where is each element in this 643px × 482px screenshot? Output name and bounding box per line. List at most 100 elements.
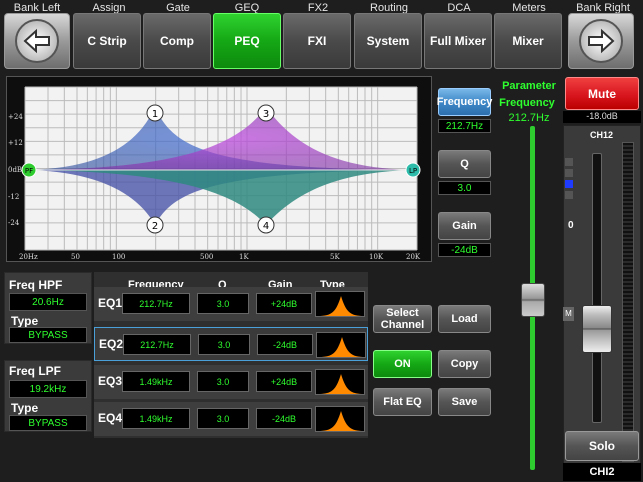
eq-row-3[interactable]: EQ3 1.49kHz 3.0 +24dB [94,365,368,399]
eq-freq-field[interactable]: 1.49kHz [122,371,190,392]
solo-button[interactable]: Solo [565,431,639,461]
eq-graph[interactable]: PF LP 1 2 3 4 +24 +12 0dB -12 -24 20Hz 5… [6,76,432,262]
eq-q-field[interactable]: 3.0 [197,371,249,392]
x-tick: 100 [112,253,125,261]
m-label: M [563,307,574,321]
channel-name: CH12 [590,130,614,140]
tab-fxi[interactable]: FXI [283,13,351,69]
indicator [565,191,573,199]
lpf-freq-label: Freq LPF [9,364,62,378]
parameter-name: Frequency [499,97,555,109]
band-marker-1[interactable]: 1 [146,104,164,122]
tab-mixer[interactable]: Mixer [494,13,562,69]
y-tick: -12 [8,193,19,201]
eq-q-field[interactable]: 3.0 [198,334,250,355]
q-readout: 3.0 [438,181,491,195]
eq-row-1[interactable]: EQ1 212.7Hz 3.0 +24dB [94,287,368,321]
flat-eq-button[interactable]: Flat EQ [373,388,432,416]
indicator [565,158,573,166]
eq-freq-field[interactable]: 212.7Hz [122,293,190,314]
lpf-type-field[interactable]: BYPASS [9,415,87,431]
lpf-freq-field[interactable]: 19.2kHz [9,380,87,398]
channel-footer: CHI2 [563,463,641,481]
load-button[interactable]: Load [438,305,491,333]
eq-gain-field[interactable]: +24dB [256,293,312,314]
x-tick: 50 [71,253,80,261]
channel-level-meter [622,142,634,462]
parameter-slider-handle[interactable] [521,283,545,317]
eq-freq-field[interactable]: 1.49kHz [122,408,190,429]
svg-text:3: 3 [263,109,269,120]
channel-fader-track[interactable] [592,153,602,423]
eq-row-2[interactable]: EQ2 212.7Hz 3.0 -24dB [94,327,368,361]
tab-c-strip[interactable]: C Strip [73,13,141,69]
svg-text:1: 1 [152,109,158,120]
eq-row-name: EQ3 [98,374,123,388]
eq-freq-field[interactable]: 212.7Hz [123,334,191,355]
svg-text:LP: LP [409,167,417,175]
eq-row-4[interactable]: EQ4 1.49kHz 3.0 -24dB [94,402,368,436]
svg-text:4: 4 [263,221,269,232]
y-tick: 0dB [8,166,22,174]
band-marker-3[interactable]: 3 [257,104,275,122]
band-marker-2[interactable]: 2 [146,216,164,234]
bank-right-button[interactable] [568,13,634,69]
copy-button[interactable]: Copy [438,350,491,378]
parameter-value: 212.7Hz [508,112,550,124]
eq-gain-field[interactable]: -24dB [257,334,313,355]
tab-system[interactable]: System [354,13,422,69]
eq-on-button[interactable]: ON [373,350,432,378]
x-tick: 500 [200,253,213,261]
y-tick: -24 [8,219,20,227]
select-channel-button[interactable]: Select Channel [373,305,432,333]
tab-comp[interactable]: Comp [143,13,211,69]
q-button[interactable]: Q [438,150,491,178]
bank-left-button[interactable] [4,13,70,69]
eq-q-field[interactable]: 3.0 [197,408,249,429]
svg-text:PF: PF [25,167,33,175]
eq-row-name: EQ2 [99,337,124,351]
eq-type-peak-icon[interactable] [316,332,366,358]
hpf-freq-field[interactable]: 20.6Hz [9,293,87,311]
x-tick: 5K [330,253,340,261]
save-button[interactable]: Save [438,388,491,416]
frequency-readout: 212.7Hz [438,119,491,133]
channel-fader-handle[interactable] [582,305,612,353]
eq-gain-field[interactable]: -24dB [256,408,312,429]
eq-q-field[interactable]: 3.0 [197,293,249,314]
band-marker-4[interactable]: 4 [257,216,275,234]
arrow-left-icon [15,19,59,63]
svg-text:2: 2 [152,221,158,232]
x-tick: 10K [369,253,384,261]
hpf-type-label: Type [11,314,39,328]
gain-button[interactable]: Gain [438,212,491,240]
hpf-type-field[interactable]: BYPASS [9,327,87,343]
lpf-type-label: Type [11,401,39,415]
lpf-panel: Freq LPF 19.2kHz Type BYPASS [4,360,92,432]
hpf-freq-label: Freq HPF [9,278,63,292]
hpf-marker[interactable]: PF [21,162,37,178]
channel-gain-readout: -18.0dB [563,111,641,123]
eq-row-name: EQ4 [98,411,123,425]
eq-type-peak-icon[interactable] [315,406,365,432]
x-tick: 20Hz [19,253,38,261]
fader-zero-label: 0 [568,220,574,231]
parameter-title: Parameter [502,80,556,92]
frequency-button[interactable]: Frequency [437,88,492,116]
indicator-active [565,180,573,188]
eq-graph-svg: PF LP 1 2 3 4 +24 +12 0dB -12 -24 20Hz 5… [8,86,421,261]
tab-full-mixer[interactable]: Full Mixer [424,13,492,69]
y-tick: +12 [8,139,23,147]
eq-type-peak-icon[interactable] [315,291,365,317]
mute-button[interactable]: Mute [565,77,639,110]
lpf-marker[interactable]: LP [405,162,421,178]
x-tick: 20K [406,253,421,261]
tab-peq[interactable]: PEQ [213,13,281,69]
y-tick: +24 [8,113,23,121]
eq-type-peak-icon[interactable] [315,369,365,395]
eq-gain-field[interactable]: +24dB [256,371,312,392]
x-tick: 1K [239,253,249,261]
indicator [565,169,573,177]
gain-readout: -24dB [438,243,491,257]
arrow-right-icon [579,19,623,63]
